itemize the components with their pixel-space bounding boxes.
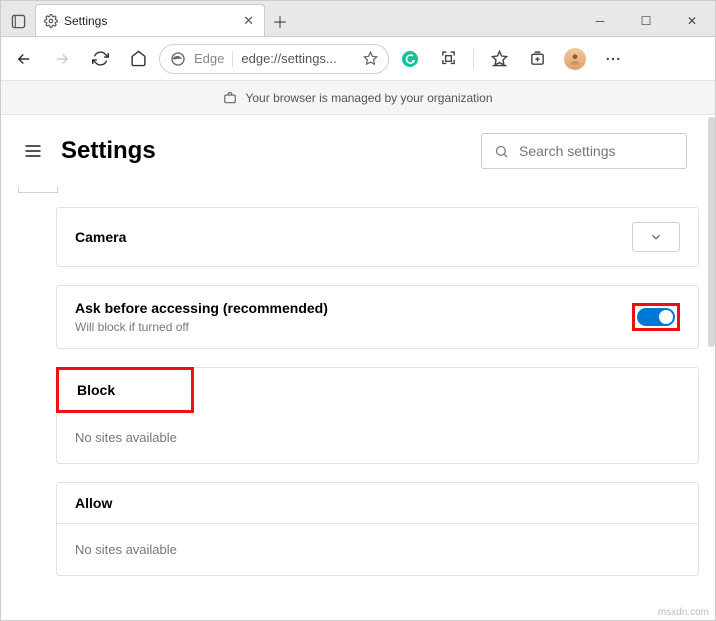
managed-notice-text: Your browser is managed by your organiza… xyxy=(245,91,492,105)
extension-grammarly-icon[interactable] xyxy=(393,42,427,76)
camera-card: Camera xyxy=(56,207,699,267)
settings-page: Settings Camera Ask before accessing (re… xyxy=(1,115,715,620)
favorites-icon[interactable] xyxy=(482,42,516,76)
allow-section: Allow No sites available xyxy=(56,482,699,576)
ask-subtitle: Will block if turned off xyxy=(75,320,328,334)
refresh-button[interactable] xyxy=(83,42,117,76)
block-section: Block No sites available xyxy=(56,367,699,464)
profile-avatar[interactable] xyxy=(558,42,592,76)
browser-tab[interactable]: Settings ✕ xyxy=(35,4,265,36)
watermark: msxdn.com xyxy=(658,607,709,618)
address-engine-label: Edge xyxy=(194,51,224,66)
ask-before-accessing-card: Ask before accessing (recommended) Will … xyxy=(56,285,699,349)
ask-before-accessing-toggle[interactable] xyxy=(637,308,675,326)
block-empty-text: No sites available xyxy=(57,412,698,463)
minimize-button[interactable]: ─ xyxy=(577,6,623,36)
tab-close-button[interactable]: ✕ xyxy=(241,11,256,31)
favorite-star-icon[interactable] xyxy=(363,51,378,66)
browser-toolbar: Edge edge://settings... xyxy=(1,37,715,81)
allow-heading: Allow xyxy=(57,483,698,524)
forward-button[interactable] xyxy=(45,42,79,76)
more-menu-button[interactable] xyxy=(596,42,630,76)
window-controls: ─ ☐ ✕ xyxy=(577,6,715,36)
address-url: edge://settings... xyxy=(241,51,355,66)
block-heading: Block xyxy=(56,367,194,413)
back-button[interactable] xyxy=(7,42,41,76)
settings-header: Settings xyxy=(1,115,715,187)
maximize-button[interactable]: ☐ xyxy=(623,6,669,36)
close-window-button[interactable]: ✕ xyxy=(669,6,715,36)
edge-logo-icon xyxy=(170,51,186,67)
gear-icon xyxy=(44,14,58,28)
ask-toggle-highlight xyxy=(632,303,680,331)
settings-content: Camera Ask before accessing (recommended… xyxy=(1,187,715,620)
page-title: Settings xyxy=(61,137,156,165)
partial-card-remnant xyxy=(18,187,58,193)
scrollbar-thumb[interactable] xyxy=(708,117,715,347)
home-button[interactable] xyxy=(121,42,155,76)
tab-title: Settings xyxy=(64,14,107,28)
ask-title: Ask before accessing (recommended) xyxy=(75,300,328,316)
window-title-bar: Settings ✕ ＋ ─ ☐ ✕ xyxy=(1,1,715,37)
extensions-icon[interactable] xyxy=(431,42,465,76)
allow-empty-text: No sites available xyxy=(57,524,698,575)
settings-search[interactable] xyxy=(481,133,687,169)
briefcase-icon xyxy=(223,91,237,105)
tab-actions-icon[interactable] xyxy=(1,6,35,36)
search-icon xyxy=(494,144,509,159)
managed-notice-bar: Your browser is managed by your organiza… xyxy=(1,81,715,115)
collections-icon[interactable] xyxy=(520,42,554,76)
settings-search-input[interactable] xyxy=(519,143,700,159)
new-tab-button[interactable]: ＋ xyxy=(265,6,295,36)
camera-expand-button[interactable] xyxy=(632,222,680,252)
menu-button[interactable] xyxy=(23,141,43,161)
camera-label: Camera xyxy=(75,229,126,245)
address-bar[interactable]: Edge edge://settings... xyxy=(159,44,389,74)
